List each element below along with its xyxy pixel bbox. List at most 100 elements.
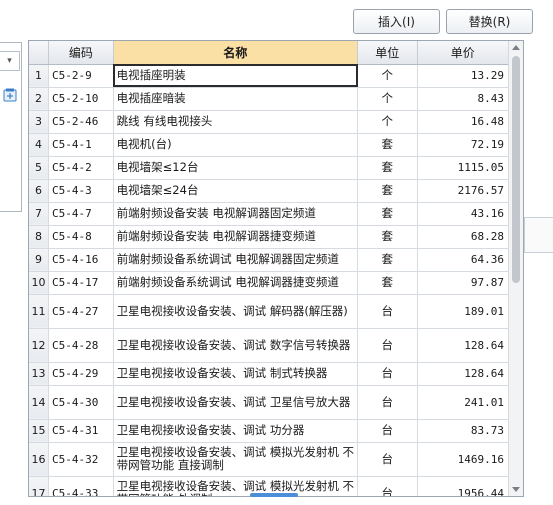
table-row[interactable]: 10 C5-4-17 前端射频设备系统调试 电视解调器捷变频道 套 97.87: [29, 271, 510, 295]
cell-code[interactable]: C5-4-16: [48, 248, 114, 272]
cell-code[interactable]: C5-4-3: [48, 179, 114, 203]
replace-button[interactable]: 替换(R): [446, 9, 533, 34]
chevron-down-icon[interactable]: ▾: [0, 51, 20, 71]
cell-unit[interactable]: 台: [357, 476, 418, 496]
cell-unit[interactable]: 套: [357, 156, 418, 180]
cell-name[interactable]: 卫星电视接收设备安装、调试 模拟光发射机 不带网管功能 直接调制: [113, 442, 359, 477]
cell-code[interactable]: C5-2-46: [48, 110, 114, 134]
table-row[interactable]: 12 C5-4-28 卫星电视接收设备安装、调试 数字信号转换器 台 128.6…: [29, 328, 510, 363]
cell-name[interactable]: 电视机(台): [113, 133, 359, 157]
cell-unit[interactable]: 台: [357, 419, 418, 443]
cell-price[interactable]: 8.43: [417, 87, 510, 111]
cell-price[interactable]: 189.01: [417, 294, 510, 329]
cell-name[interactable]: 卫星电视接收设备安装、调试 数字信号转换器: [113, 328, 359, 363]
table-row[interactable]: 14 C5-4-30 卫星电视接收设备安装、调试 卫星信号放大器 台 241.0…: [29, 385, 510, 420]
cell-price[interactable]: 241.01: [417, 385, 510, 420]
cell-price[interactable]: 97.87: [417, 271, 510, 295]
cell-code[interactable]: C5-2-9: [48, 64, 114, 88]
table-row[interactable]: 3 C5-2-46 跳线 有线电视接头 个 16.48: [29, 110, 510, 134]
cell-name[interactable]: 前端射频设备安装 电视解调器捷变频道: [113, 225, 359, 249]
cell-price[interactable]: 43.16: [417, 202, 510, 226]
table-row[interactable]: 7 C5-4-7 前端射频设备安装 电视解调器固定频道 套 43.16: [29, 202, 510, 226]
cell-name[interactable]: 电视墙架≤24台: [113, 179, 359, 203]
cell-unit[interactable]: 套: [357, 133, 418, 157]
scroll-down-icon[interactable]: [512, 487, 520, 492]
cell-code[interactable]: C5-4-30: [48, 385, 114, 420]
cell-unit[interactable]: 台: [357, 294, 418, 329]
cell-code[interactable]: C5-4-8: [48, 225, 114, 249]
table-row[interactable]: 2 C5-2-10 电视插座暗装 个 8.43: [29, 87, 510, 111]
cell-name[interactable]: 前端射频设备系统调试 电视解调器固定频道: [113, 248, 359, 272]
table-row[interactable]: 5 C5-4-2 电视墙架≤12台 套 1115.05: [29, 156, 510, 180]
cell-name[interactable]: 卫星电视接收设备安装、调试 卫星信号放大器: [113, 385, 359, 420]
row-number: 14: [29, 385, 49, 420]
table-row[interactable]: 13 C5-4-29 卫星电视接收设备安装、调试 制式转换器 台 128.64: [29, 362, 510, 386]
cell-price[interactable]: 2176.57: [417, 179, 510, 203]
cell-price[interactable]: 72.19: [417, 133, 510, 157]
cell-code[interactable]: C5-4-28: [48, 328, 114, 363]
cell-price[interactable]: 128.64: [417, 328, 510, 363]
cell-price[interactable]: 16.48: [417, 110, 510, 134]
insert-button[interactable]: 插入(I): [353, 9, 440, 34]
cell-name[interactable]: 卫星电视接收设备安装、调试 模拟光发射机 不带网管功能 外调制: [113, 476, 359, 496]
table-row[interactable]: 4 C5-4-1 电视机(台) 套 72.19: [29, 133, 510, 157]
cell-unit[interactable]: 个: [357, 87, 418, 111]
cell-price[interactable]: 1956.44: [417, 476, 510, 496]
cell-unit[interactable]: 台: [357, 442, 418, 477]
row-number: 13: [29, 362, 49, 386]
header-name[interactable]: 名称: [113, 41, 359, 65]
header-code[interactable]: 编码: [48, 41, 114, 65]
cell-price[interactable]: 13.29: [417, 64, 510, 88]
cell-unit[interactable]: 套: [357, 202, 418, 226]
vertical-scrollbar[interactable]: [508, 41, 523, 496]
row-number: 9: [29, 248, 49, 272]
cell-code[interactable]: C5-4-2: [48, 156, 114, 180]
table-row[interactable]: 6 C5-4-3 电视墙架≤24台 套 2176.57: [29, 179, 510, 203]
cell-name[interactable]: 前端射频设备安装 电视解调器固定频道: [113, 202, 359, 226]
cell-unit[interactable]: 个: [357, 110, 418, 134]
cell-price[interactable]: 128.64: [417, 362, 510, 386]
cell-unit[interactable]: 套: [357, 179, 418, 203]
cell-name[interactable]: 电视墙架≤12台: [113, 156, 359, 180]
cell-code[interactable]: C5-4-32: [48, 442, 114, 477]
cell-unit[interactable]: 套: [357, 225, 418, 249]
table-row[interactable]: 8 C5-4-8 前端射频设备安装 电视解调器捷变频道 套 68.28: [29, 225, 510, 249]
header-unit[interactable]: 单位: [357, 41, 418, 65]
cell-code[interactable]: C5-4-33: [48, 476, 114, 496]
cell-name[interactable]: 跳线 有线电视接头: [113, 110, 359, 134]
cell-code[interactable]: C5-4-31: [48, 419, 114, 443]
cell-unit[interactable]: 套: [357, 271, 418, 295]
cell-price[interactable]: 64.36: [417, 248, 510, 272]
cell-price[interactable]: 83.73: [417, 419, 510, 443]
cell-name[interactable]: 卫星电视接收设备安装、调试 功分器: [113, 419, 359, 443]
cell-price[interactable]: 1115.05: [417, 156, 510, 180]
cell-unit[interactable]: 个: [357, 64, 418, 88]
table-row[interactable]: 15 C5-4-31 卫星电视接收设备安装、调试 功分器 台 83.73: [29, 419, 510, 443]
cell-code[interactable]: C5-4-29: [48, 362, 114, 386]
header-price[interactable]: 单价: [417, 41, 510, 65]
cell-name[interactable]: 卫星电视接收设备安装、调试 解码器(解压器): [113, 294, 359, 329]
cell-code[interactable]: C5-4-7: [48, 202, 114, 226]
cell-name[interactable]: 卫星电视接收设备安装、调试 制式转换器: [113, 362, 359, 386]
cell-unit[interactable]: 套: [357, 248, 418, 272]
table-row[interactable]: 11 C5-4-27 卫星电视接收设备安装、调试 解码器(解压器) 台 189.…: [29, 294, 510, 329]
cell-code[interactable]: C5-4-17: [48, 271, 114, 295]
cell-name[interactable]: 前端射频设备系统调试 电视解调器捷变频道: [113, 271, 359, 295]
table-row[interactable]: 16 C5-4-32 卫星电视接收设备安装、调试 模拟光发射机 不带网管功能 直…: [29, 442, 510, 477]
cell-price[interactable]: 68.28: [417, 225, 510, 249]
cell-code[interactable]: C5-4-27: [48, 294, 114, 329]
cell-name[interactable]: 电视插座暗装: [113, 87, 359, 111]
cell-name[interactable]: 电视插座明装: [113, 64, 359, 88]
table-row[interactable]: 1 C5-2-9 电视插座明装 个 13.29: [29, 64, 510, 88]
scroll-up-icon[interactable]: [512, 45, 520, 50]
scrollbar-thumb[interactable]: [512, 56, 520, 283]
cell-unit[interactable]: 台: [357, 362, 418, 386]
cell-price[interactable]: 1469.16: [417, 442, 510, 477]
cell-unit[interactable]: 台: [357, 328, 418, 363]
cell-code[interactable]: C5-4-1: [48, 133, 114, 157]
cell-unit[interactable]: 台: [357, 385, 418, 420]
splitter-handle[interactable]: [250, 493, 298, 497]
cell-code[interactable]: C5-2-10: [48, 87, 114, 111]
table-row[interactable]: 9 C5-4-16 前端射频设备系统调试 电视解调器固定频道 套 64.36: [29, 248, 510, 272]
calculator-icon[interactable]: [1, 86, 19, 104]
